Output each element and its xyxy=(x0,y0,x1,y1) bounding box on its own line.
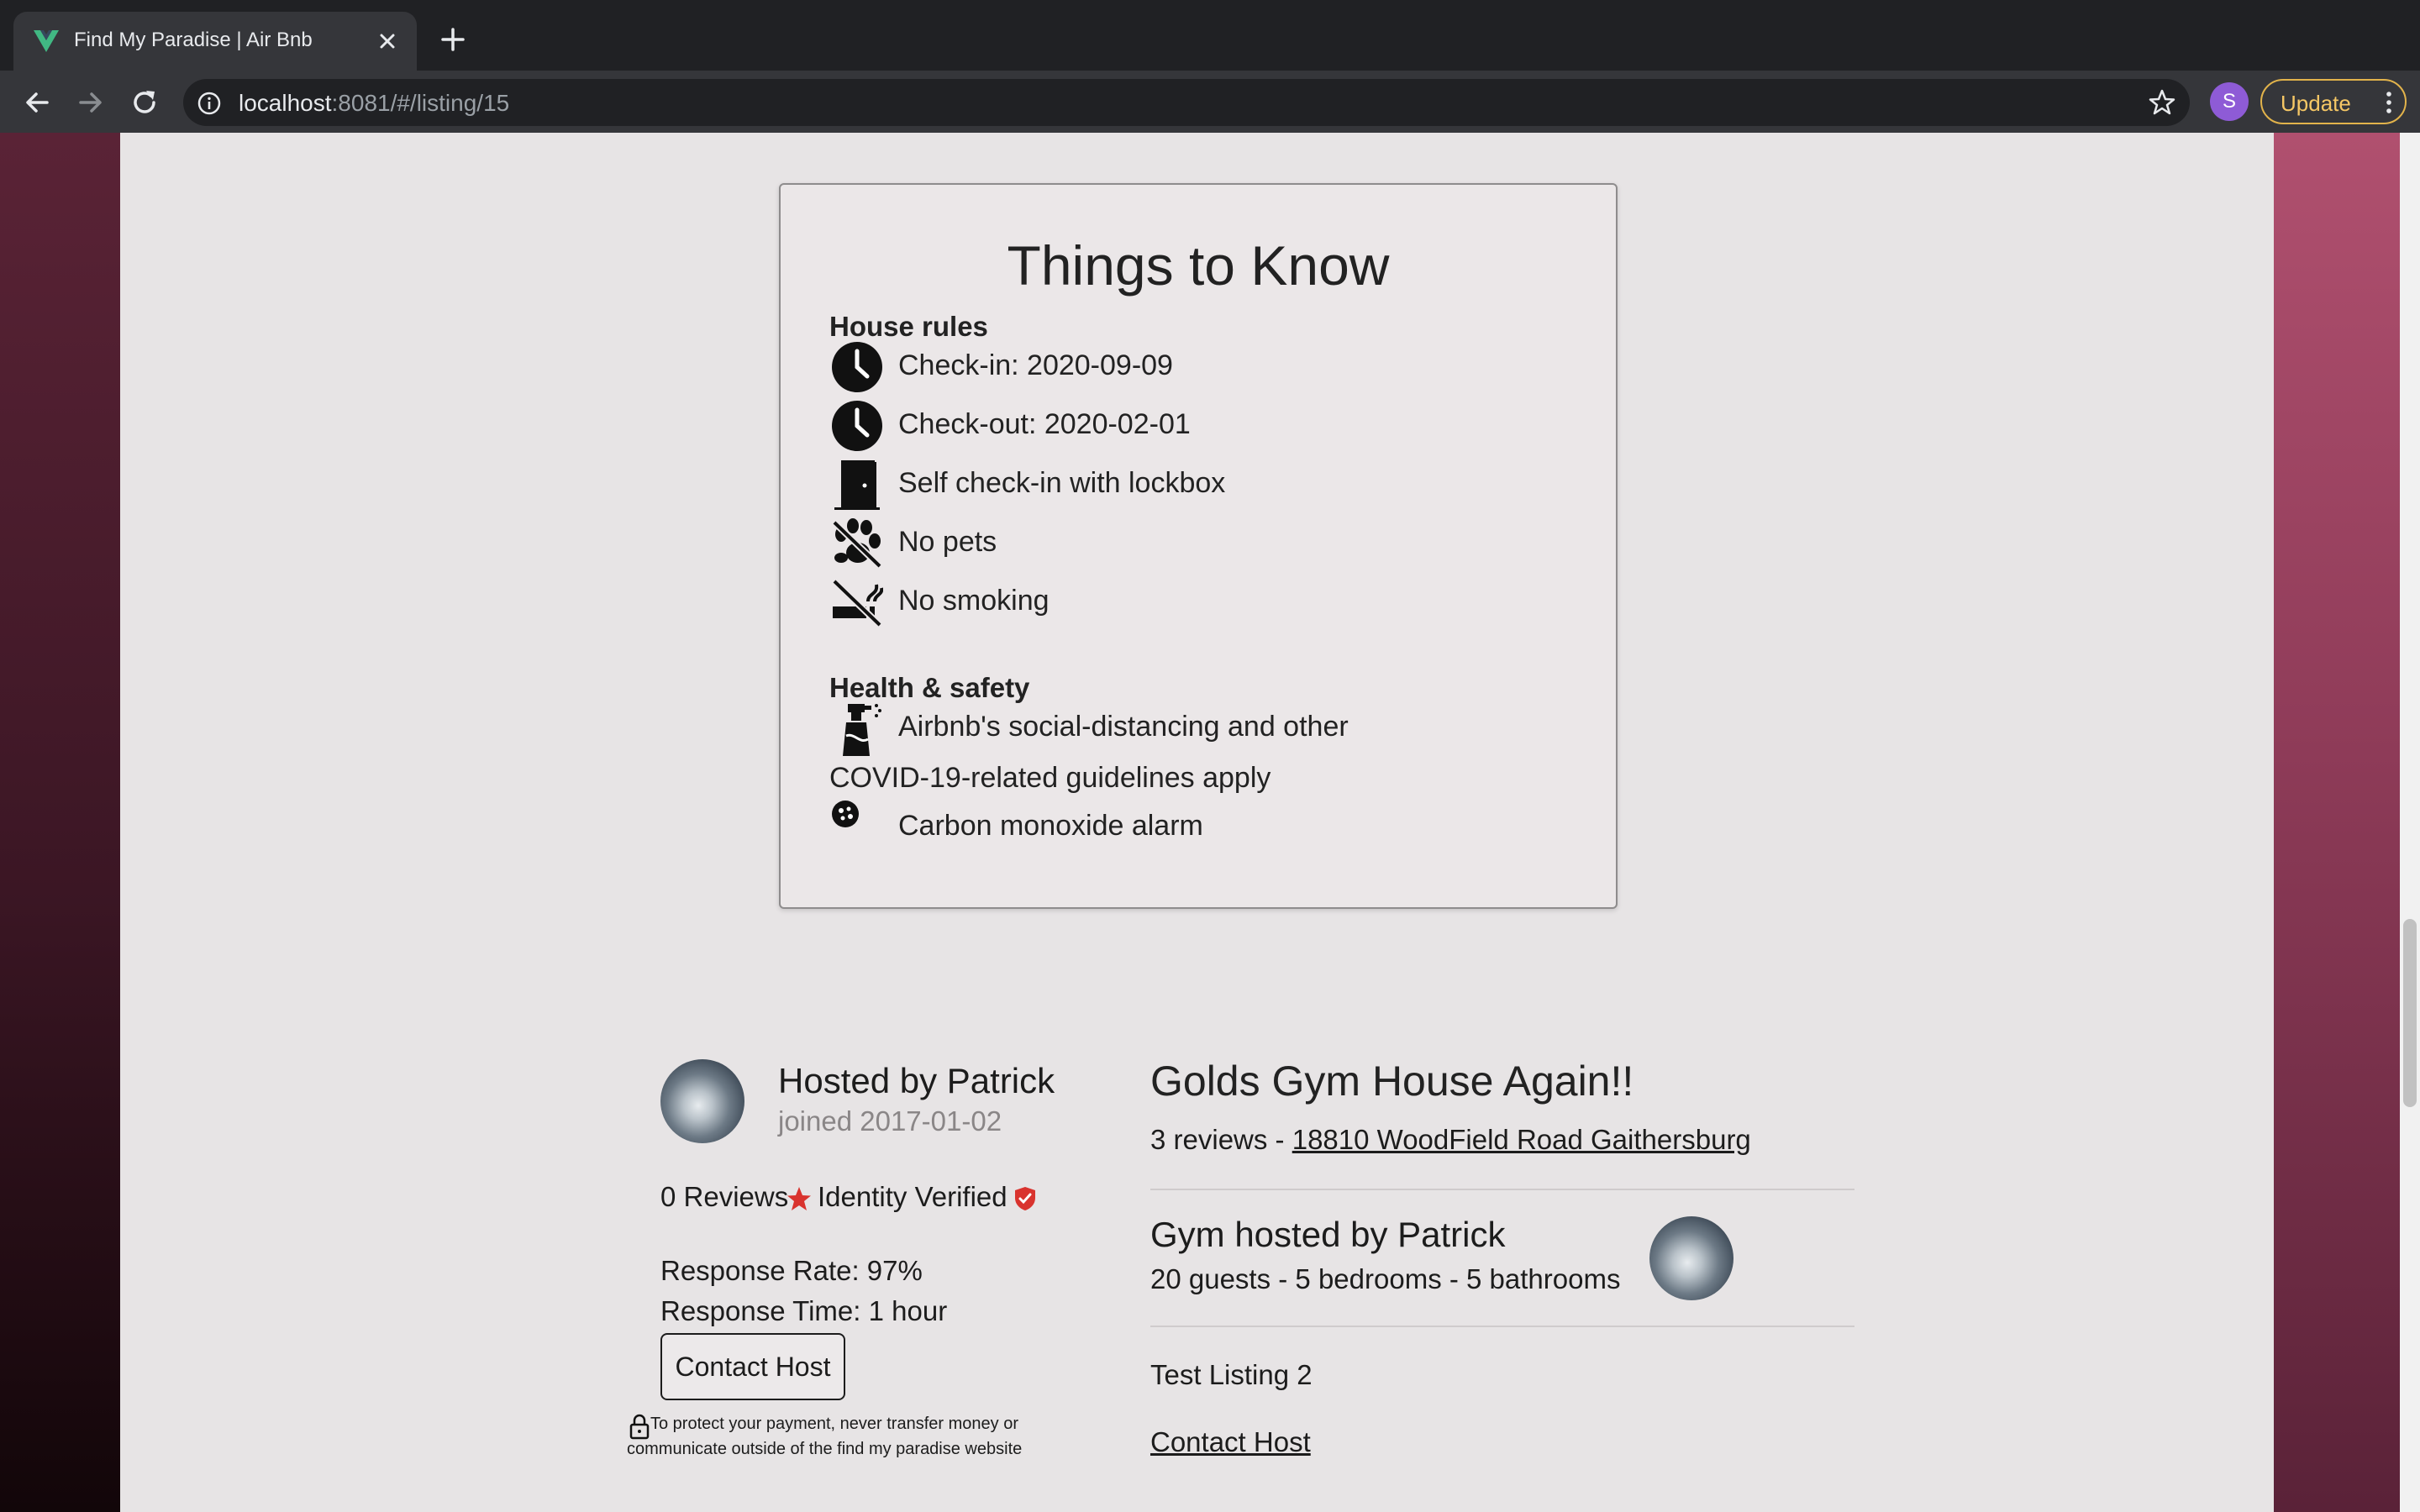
house-rules-title: House rules xyxy=(829,311,988,342)
url-text[interactable]: localhost:8081/#/listing/15 xyxy=(239,90,509,117)
listing-title: Golds Gym House Again!! xyxy=(1150,1058,1634,1105)
browser-toolbar: localhost:8081/#/listing/15 S Update xyxy=(0,71,2420,133)
close-tab-icon[interactable] xyxy=(371,25,403,57)
door-icon xyxy=(834,460,880,510)
forward-arrow-icon[interactable] xyxy=(72,84,109,121)
star-icon xyxy=(787,1187,811,1210)
tab-title: Find My Paradise | Air Bnb xyxy=(74,29,313,51)
update-button[interactable]: Update xyxy=(2260,79,2407,124)
scrollbar-thumb[interactable] xyxy=(2403,919,2417,1107)
bookmark-star-icon[interactable] xyxy=(2148,88,2176,117)
listing-description: Test Listing 2 xyxy=(1150,1359,1313,1390)
no-smoking-icon xyxy=(832,579,883,627)
reload-icon[interactable] xyxy=(126,84,163,121)
things-to-know-title: Things to Know xyxy=(1007,234,1390,297)
listing-content: Things to Know House rules Check-in: 202… xyxy=(120,133,2274,1512)
check-in-text: Check-in: 2020-09-09 xyxy=(898,349,1173,381)
clock-icon xyxy=(832,401,882,451)
listing-subtitle: Gym hosted by Patrick xyxy=(1150,1215,1506,1254)
host-joined-date: joined 2017-01-02 xyxy=(778,1105,1002,1137)
self-check-in-text: Self check-in with lockbox xyxy=(898,467,1226,499)
menu-kebab-icon[interactable] xyxy=(2385,91,2393,114)
health-safety-title: Health & safety xyxy=(829,672,1030,703)
things-to-know-card: Things to Know House rules Check-in: 202… xyxy=(779,183,1618,909)
contact-host-button[interactable]: Contact Host xyxy=(660,1333,845,1400)
listing-details: 20 guests - 5 bedrooms - 5 bathrooms xyxy=(1150,1263,1621,1294)
profile-avatar[interactable]: S xyxy=(2210,82,2249,121)
spray-bottle-icon xyxy=(843,704,881,756)
contact-host-link[interactable]: Contact Host xyxy=(1150,1426,1311,1458)
no-pets-icon xyxy=(832,518,882,569)
new-tab-icon[interactable] xyxy=(435,22,471,57)
clock-icon xyxy=(832,342,882,392)
divider xyxy=(1150,1189,1854,1190)
carbon-monoxide-text: Carbon monoxide alarm xyxy=(898,810,1203,842)
lock-icon xyxy=(629,1414,650,1440)
listing-reviews-count: 3 reviews - xyxy=(1150,1124,1292,1155)
hosted-by-title: Hosted by Patrick xyxy=(778,1061,1055,1100)
response-rate: Response Rate: 97% xyxy=(660,1255,923,1286)
page-background xyxy=(2274,133,2400,1512)
covid-guidelines-text: Airbnb's social-distancing and other xyxy=(898,711,1349,743)
browser-tabstrip: Find My Paradise | Air Bnb xyxy=(0,0,2420,71)
listing-reviews-line: 3 reviews - 18810 WoodField Road Gaither… xyxy=(1150,1124,1751,1156)
no-smoking-text: No smoking xyxy=(898,585,1050,617)
browser-tab[interactable]: Find My Paradise | Air Bnb xyxy=(13,12,417,71)
verified-shield-icon xyxy=(1015,1187,1035,1210)
check-out-text: Check-out: 2020-02-01 xyxy=(898,408,1191,440)
listing-host-avatar xyxy=(1649,1216,1733,1300)
listing-address-link[interactable]: 18810 WoodField Road Gaithersburg xyxy=(1292,1124,1751,1155)
payment-note-line2: communicate outside of the find my parad… xyxy=(627,1440,1023,1458)
alarm-icon xyxy=(832,801,859,827)
no-pets-text: No pets xyxy=(898,526,997,558)
back-arrow-icon[interactable] xyxy=(18,84,55,121)
identity-verified-label: Identity Verified xyxy=(818,1181,1007,1212)
address-bar[interactable]: localhost:8081/#/listing/15 xyxy=(183,79,2190,126)
page-viewport: Things to Know House rules Check-in: 202… xyxy=(0,133,2420,1512)
host-avatar xyxy=(660,1059,744,1143)
vue-logo-icon xyxy=(34,30,59,52)
response-time: Response Time: 1 hour xyxy=(660,1295,948,1326)
scrollbar[interactable] xyxy=(2400,133,2420,1512)
divider xyxy=(1150,1326,1854,1327)
payment-note-line1: To protect your payment, never transfer … xyxy=(650,1415,1018,1433)
host-reviews-count: 0 Reviews xyxy=(660,1181,789,1212)
site-info-icon[interactable] xyxy=(197,91,222,116)
covid-guidelines-text-line2: COVID-19-related guidelines apply xyxy=(829,762,1271,794)
